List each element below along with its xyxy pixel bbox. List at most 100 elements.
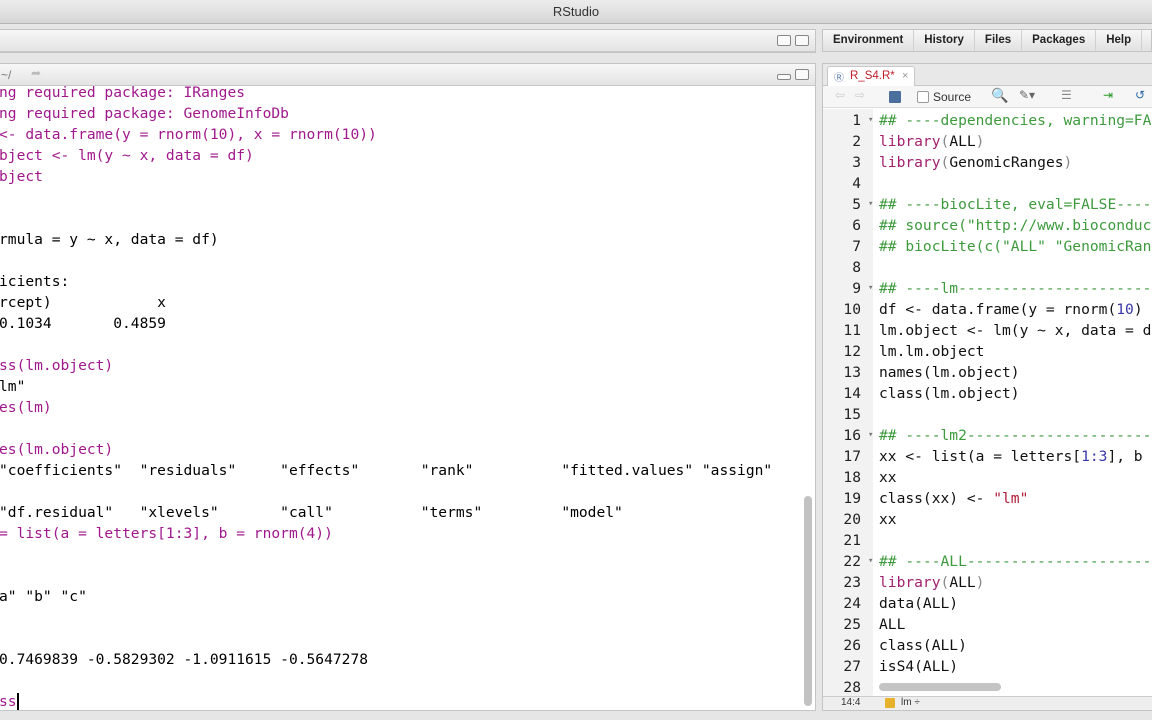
- code-token: xx: [879, 511, 897, 528]
- line-number: 10: [843, 301, 861, 318]
- console-line: es(lm.object): [0, 441, 114, 458]
- code-text: ## ----ALL----------------------: [879, 551, 1152, 572]
- tab-environment[interactable]: Environment: [823, 30, 915, 51]
- code-line: 19 class(xx) <- "lm": [823, 488, 1152, 509]
- console-line: rmula = y ~ x, data = df): [0, 231, 219, 248]
- console-header: ~/ ➦: [0, 64, 815, 86]
- code-text: library(ALL): [879, 131, 984, 152]
- back-icon[interactable]: ⇦: [835, 88, 845, 102]
- save-icon[interactable]: [889, 91, 901, 103]
- code-token: ): [975, 133, 985, 150]
- line-number: 20: [843, 511, 861, 528]
- tab-vi[interactable]: Vi: [1142, 30, 1152, 51]
- code-text: lm.object <- lm(y ~ x, data = d: [879, 320, 1151, 341]
- left-top-pane-header: [0, 30, 815, 52]
- maximize-icon[interactable]: [795, 35, 809, 46]
- code-text: xx <- list(a = letters[1:3], b: [879, 446, 1143, 467]
- source-editor-pane: Ⓡ R_S4.R* × ⇦ ⇨ Source 🔍 ✎▾ ☰ ⇥ ↺ 1 ▾ ## -…: [822, 63, 1152, 711]
- compile-report-icon[interactable]: ☰: [1061, 88, 1072, 102]
- code-token: class(ALL): [879, 637, 967, 654]
- section-selector[interactable]: lm ÷: [901, 697, 920, 708]
- tab-help[interactable]: Help: [1096, 30, 1143, 51]
- code-line: 24 data(ALL): [823, 593, 1152, 614]
- code-token: library: [879, 154, 941, 171]
- console-output[interactable]: ng required package: IRanges ng required …: [0, 86, 799, 710]
- line-number: 15: [843, 406, 861, 423]
- editor-tab-bar: Ⓡ R_S4.R* ×: [823, 64, 1152, 87]
- console-scrollbar[interactable]: [804, 496, 812, 706]
- fold-icon[interactable]: ▾: [868, 110, 873, 131]
- source-on-save-checkbox[interactable]: [917, 91, 929, 103]
- source-on-save-label: Source: [933, 90, 972, 104]
- code-line: 16 ▾ ## ----lm2----------------------: [823, 425, 1152, 446]
- code-line: 18 xx: [823, 467, 1152, 488]
- code-area[interactable]: 1 ▾ ## ----dependencies, warning=FA 2 librar…: [823, 109, 1152, 696]
- editor-hscrollbar[interactable]: [879, 683, 1001, 691]
- console-line: "df.residual" "xlevels" "call" "terms" "…: [0, 504, 623, 521]
- fold-icon[interactable]: ▾: [868, 194, 873, 215]
- rerun-icon[interactable]: ↺: [1135, 88, 1145, 102]
- code-text: class(lm.object): [879, 383, 1020, 404]
- console-line: "coefficients" "residuals" "effects" "ra…: [0, 462, 773, 479]
- restore-icon[interactable]: [795, 69, 809, 80]
- code-line: 8: [823, 257, 1152, 278]
- search-icon[interactable]: 🔍: [991, 87, 1008, 104]
- code-line: 2 library(ALL): [823, 131, 1152, 152]
- code-line: 15: [823, 404, 1152, 425]
- tab-history[interactable]: History: [914, 30, 975, 51]
- forward-icon[interactable]: ⇨: [855, 88, 865, 102]
- code-text: isS4(ALL): [879, 656, 958, 677]
- tab-packages[interactable]: Packages: [1022, 30, 1097, 51]
- code-text: data(ALL): [879, 593, 958, 614]
- close-tab-icon[interactable]: ×: [902, 70, 908, 82]
- run-line-icon[interactable]: ⇥: [1103, 88, 1113, 102]
- line-number: 17: [843, 448, 861, 465]
- code-line: 21: [823, 530, 1152, 551]
- code-token: xx <- list(a = letters[: [879, 448, 1082, 465]
- console-line: 0.7469839 -0.5829302 -1.0911615 -0.56472…: [0, 651, 369, 668]
- left-top-pane: [0, 29, 816, 53]
- code-line: 10 df <- data.frame(y = rnorm(10): [823, 299, 1152, 320]
- line-number: 26: [843, 637, 861, 654]
- fold-icon[interactable]: ▾: [868, 551, 873, 572]
- code-text: library(GenomicRanges): [879, 152, 1072, 173]
- code-text: ## source("http://www.bioconduc: [879, 215, 1151, 236]
- code-token: class(lm.object): [879, 385, 1020, 402]
- magic-wand-icon[interactable]: ✎▾: [1019, 88, 1035, 102]
- fold-icon[interactable]: ▾: [868, 425, 873, 446]
- code-text: xx: [879, 467, 897, 488]
- console-line: bject <- lm(y ~ x, data = df): [0, 147, 254, 164]
- goto-dir-icon[interactable]: ➦: [31, 66, 41, 80]
- code-text: ## ----biocLite, eval=FALSE----: [879, 194, 1151, 215]
- minimize-icon[interactable]: [777, 74, 791, 80]
- code-text: ## biocLite(c("ALL" "GenomicRan: [879, 236, 1151, 257]
- code-token: ALL: [879, 616, 906, 633]
- restore-icon[interactable]: [777, 35, 791, 46]
- code-line: 1 ▾ ## ----dependencies, warning=FA: [823, 110, 1152, 131]
- line-number: 8: [852, 259, 861, 276]
- code-token: ## ----ALL----------------------: [879, 553, 1152, 570]
- console-line: rcept) x: [0, 294, 166, 311]
- line-number: 16: [843, 427, 861, 444]
- fold-icon[interactable]: ▾: [868, 278, 873, 299]
- file-tab[interactable]: Ⓡ R_S4.R* ×: [827, 66, 915, 87]
- code-token: 1:3: [1081, 448, 1108, 465]
- editor-toolbar: ⇦ ⇨ Source 🔍 ✎▾ ☰ ⇥ ↺: [823, 86, 1152, 108]
- console-line: es(lm): [0, 399, 52, 416]
- code-token: (: [940, 154, 950, 171]
- cursor-position: 14:4: [841, 697, 861, 708]
- code-text: class(ALL): [879, 635, 967, 656]
- console-line: ng required package: GenomeInfoDb: [0, 105, 289, 122]
- console-path: ~/: [1, 68, 12, 82]
- line-number: 3: [852, 154, 861, 171]
- code-line: 13 names(lm.object): [823, 362, 1152, 383]
- code-token: isS4(ALL): [879, 658, 959, 675]
- line-number: 11: [843, 322, 861, 339]
- tab-files[interactable]: Files: [975, 30, 1023, 51]
- code-token: class(xx) <-: [879, 490, 994, 507]
- console-pane: ~/ ➦ ng required package: IRanges ng requ…: [0, 63, 816, 711]
- code-line: 27 isS4(ALL): [823, 656, 1152, 677]
- code-line: 7 ## biocLite(c("ALL" "GenomicRan: [823, 236, 1152, 257]
- code-line: 14 class(lm.object): [823, 383, 1152, 404]
- code-line: 22 ▾ ## ----ALL----------------------: [823, 551, 1152, 572]
